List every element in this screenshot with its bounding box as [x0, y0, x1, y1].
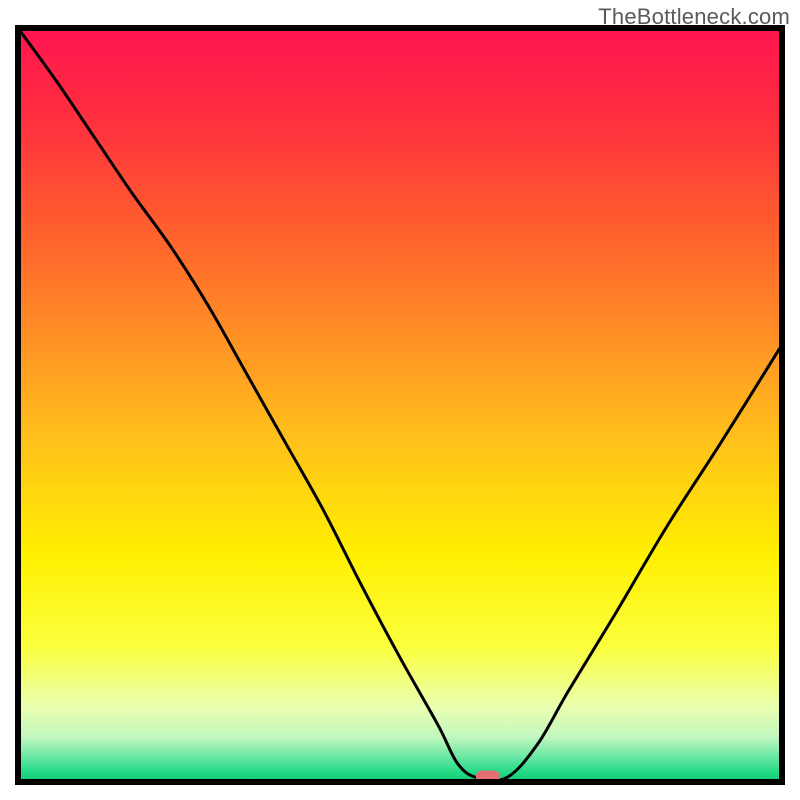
plot-background	[18, 28, 782, 782]
watermark-text: TheBottleneck.com	[598, 4, 790, 30]
chart-container: TheBottleneck.com	[0, 0, 800, 800]
bottleneck-chart	[0, 0, 800, 800]
